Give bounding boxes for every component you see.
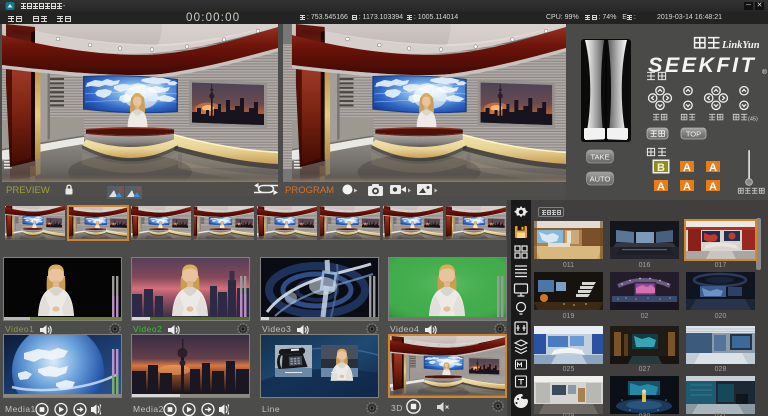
svg-text:A: A bbox=[709, 181, 717, 193]
svg-text:A: A bbox=[709, 162, 717, 174]
svg-text:(45): (45) bbox=[748, 117, 758, 123]
svg-text:A: A bbox=[683, 162, 691, 174]
svg-text:B: B bbox=[657, 162, 665, 174]
svg-text:SEEKFIT: SEEKFIT bbox=[648, 53, 756, 77]
svg-text:®: ® bbox=[762, 68, 767, 76]
svg-text:AUTO: AUTO bbox=[590, 175, 611, 184]
svg-text:A: A bbox=[683, 181, 691, 193]
svg-text:A: A bbox=[657, 181, 665, 193]
svg-text:TOP: TOP bbox=[686, 130, 701, 139]
svg-text:TAKE: TAKE bbox=[590, 153, 609, 162]
svg-text:LinkYun: LinkYun bbox=[721, 40, 760, 51]
